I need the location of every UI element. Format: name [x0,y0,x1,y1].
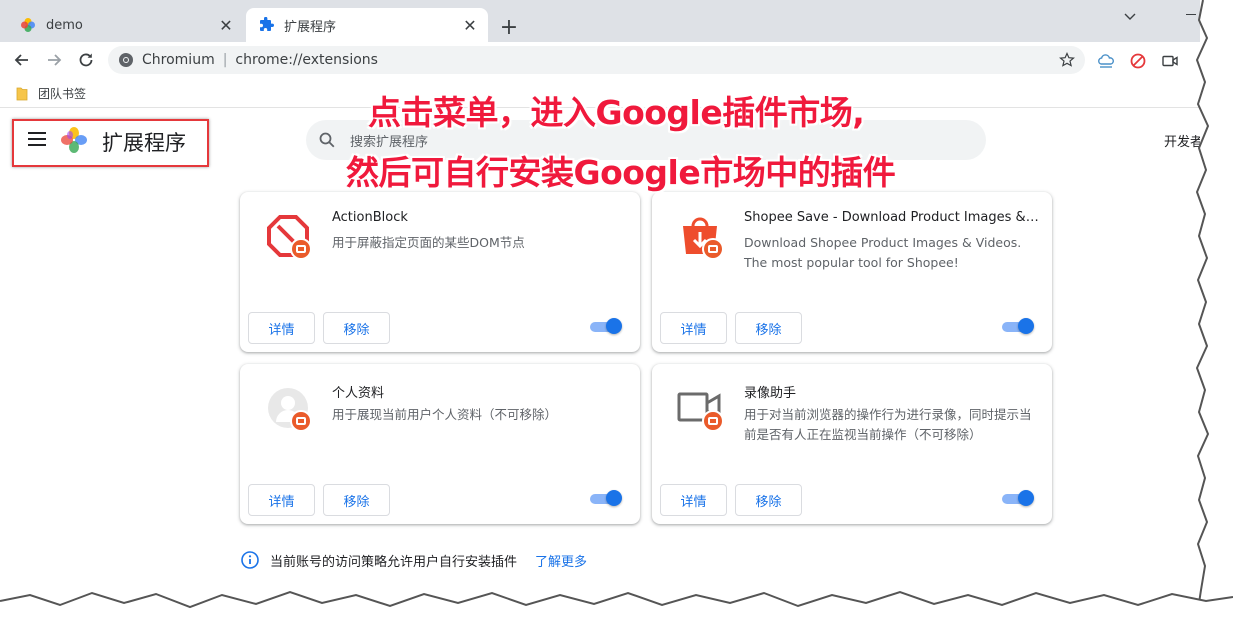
tab-demo[interactable]: demo ✕ [8,8,244,42]
learn-more-link[interactable]: 了解更多 [535,551,587,570]
extension-card-profile: 个人资料 用于展现当前用户个人资料（不可移除） 详情 移除 [240,364,640,524]
extension-name: ActionBlock [332,210,408,225]
search-icon [319,132,335,148]
record-badge-icon [290,410,312,432]
remove-button[interactable]: 移除 [323,312,390,344]
extension-name: Shopee Save - Download Product Images & … [744,210,1040,225]
info-icon [241,551,259,569]
block-icon[interactable] [1129,52,1147,70]
record-badge-icon [702,410,724,432]
extension-name: 录像助手 [744,386,797,401]
extension-description: Download Shopee Product Images & Videos.… [744,235,1022,270]
url-origin: Chromium [142,52,215,68]
extension-description: 用于展现当前用户个人资料（不可移除） [332,407,558,422]
back-arrow-icon[interactable] [12,50,32,70]
star-icon[interactable] [1059,52,1075,68]
close-icon[interactable]: ✕ [216,15,236,35]
remove-button[interactable]: 移除 [735,312,802,344]
record-badge-icon [290,238,312,260]
remove-button[interactable]: 移除 [735,484,802,516]
tab-title: demo [46,17,83,33]
enable-toggle[interactable] [1002,318,1034,334]
details-button[interactable]: 详情 [660,484,727,516]
tab-title: 扩展程序 [284,19,337,35]
url-text: chrome://extensions [235,52,378,68]
extension-card-shopee-save: Shopee Save - Download Product Images & … [652,192,1052,352]
record-badge-icon [702,238,724,260]
pinwheel-icon [21,18,35,32]
video-camera-icon[interactable] [1161,52,1179,70]
policy-text: 当前账号的访问策略允许用户自行安装插件 [270,554,518,570]
torn-edge-bottom [0,590,1233,629]
tab-extensions[interactable]: 扩展程序 ✕ [246,8,488,42]
extension-description: 用于对当前浏览器的操作行为进行录像，同时提示当前是否有人正在监视当前操作（不可移… [744,407,1032,442]
annotation-callout-line1: 点击菜单，进入Google插件市场, [368,93,865,132]
chromium-icon [119,53,133,67]
tab-strip: demo ✕ 扩展程序 ✕ + [0,0,1200,42]
folder-icon [16,87,28,100]
forward-arrow-icon[interactable] [44,50,64,70]
enable-toggle[interactable] [1002,490,1034,506]
extension-description: 用于屏蔽指定页面的某些DOM节点 [332,235,525,250]
close-icon[interactable]: ✕ [460,15,480,35]
reload-icon[interactable] [76,50,96,70]
remove-button[interactable]: 移除 [323,484,390,516]
url-divider: | [222,52,228,68]
bookmark-label: 团队书签 [38,87,87,101]
policy-notice: 当前账号的访问策略允许用户自行安装插件 了解更多 [240,550,587,570]
enable-toggle[interactable] [590,490,622,506]
extension-card-recorder: 录像助手 用于对当前浏览器的操作行为进行录像，同时提示当前是否有人正在监视当前操… [652,364,1052,524]
address-bar[interactable]: Chromium | chrome://extensions [108,46,1085,74]
details-button[interactable]: 详情 [248,312,315,344]
extension-card-actionblock: ActionBlock 用于屏蔽指定页面的某些DOM节点 详情 移除 [240,192,640,352]
enable-toggle[interactable] [590,318,622,334]
annotation-callout-line2: 然后可自行安装Google市场中的插件 [346,153,896,192]
toolbar: Chromium | chrome://extensions [0,42,1200,78]
screenshot-frame: demo ✕ 扩展程序 ✕ + Chromium | chrome://exte… [0,0,1233,629]
bookmark-folder-team[interactable]: 团队书签 [16,85,86,102]
new-tab-button[interactable]: + [496,14,522,40]
annotation-highlight-box [12,119,209,167]
extension-name: 个人资料 [332,386,385,401]
details-button[interactable]: 详情 [248,484,315,516]
extension-cloud-icon[interactable] [1097,52,1115,70]
chevron-down-icon[interactable] [1120,6,1140,26]
torn-edge-right [1194,0,1233,629]
details-button[interactable]: 详情 [660,312,727,344]
puzzle-icon [260,17,274,31]
